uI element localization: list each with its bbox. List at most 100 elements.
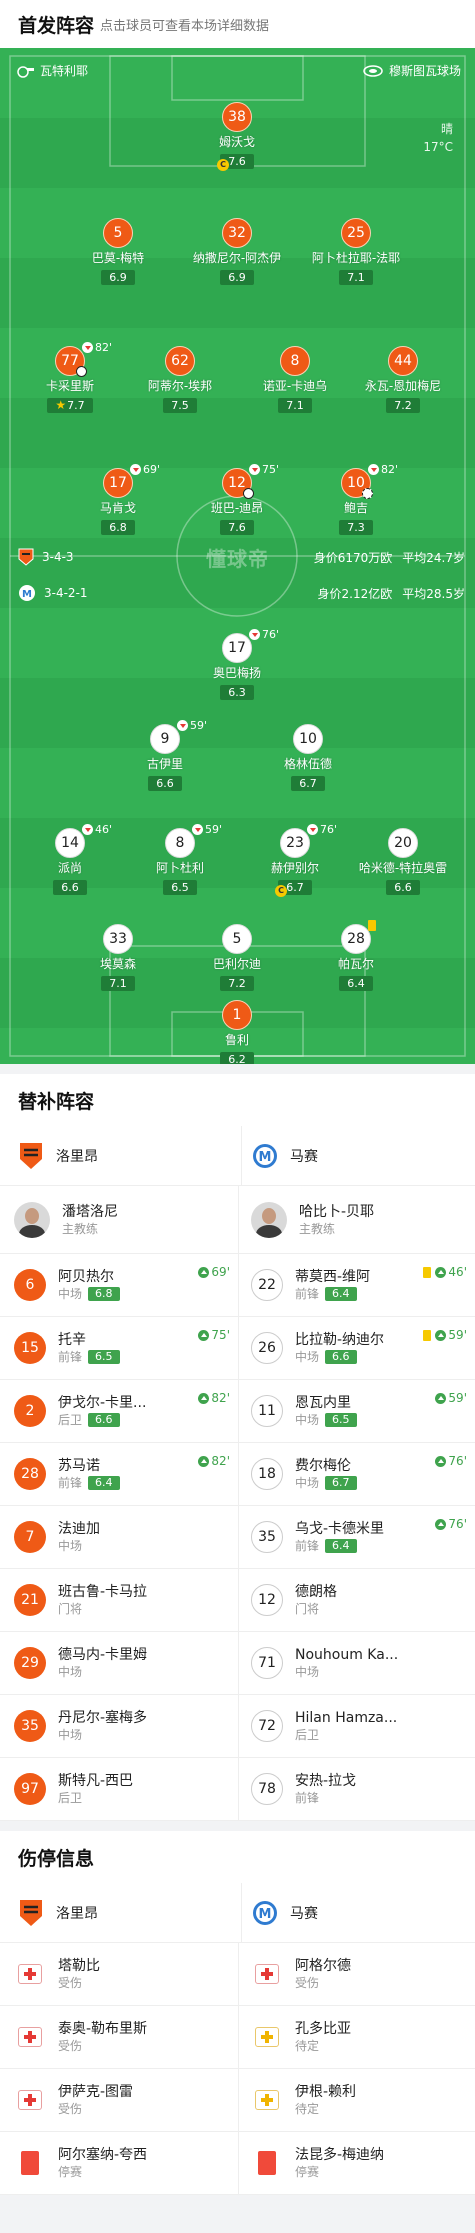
pitch-player-away[interactable]: 28 帕瓦尔 6.4: [306, 920, 406, 991]
player-name: 埃莫森: [99, 957, 136, 971]
marseille-crest-icon: M: [253, 1143, 277, 1168]
sub-player[interactable]: 2 伊戈尔-卡里... 后卫 6.6 82': [0, 1380, 238, 1442]
sub-player[interactable]: 11 恩瓦内里 中场 6.5 59': [238, 1380, 475, 1442]
injuries-teams-head: 洛里昂 M 马赛: [0, 1883, 475, 1943]
pitch-player-away[interactable]: 33 埃莫森 7.1: [68, 924, 168, 991]
sub-player[interactable]: 15 托辛 前锋 6.5 75': [0, 1317, 238, 1379]
sub-player[interactable]: 71 Nouhoum Ka... 中场: [238, 1632, 475, 1694]
coach-name: 哈比卜-贝耶: [299, 1203, 375, 1220]
sub-player[interactable]: 97 斯特凡-西巴 后卫: [0, 1758, 238, 1820]
svg-text:M: M: [22, 589, 32, 600]
away-coach[interactable]: 哈比卜-贝耶 主教练: [238, 1186, 475, 1253]
captain-badge-icon: C: [217, 159, 229, 171]
sub-player[interactable]: 28 苏马诺 前锋 6.4 82': [0, 1443, 238, 1505]
pitch-player-home[interactable]: 77 82' 卡采里斯 ★7.7: [20, 341, 120, 413]
sub-minute: 76': [320, 823, 338, 836]
sub-in-marker: 82': [198, 1391, 230, 1405]
player-name: 鲍吉: [343, 501, 368, 515]
player-rating: 7.2: [220, 976, 254, 991]
home-team-header[interactable]: 洛里昂: [0, 1126, 241, 1185]
pitch-player-away[interactable]: 23 76' C 赫伊别尔 6.7: [245, 823, 345, 897]
player-position: 中场: [295, 1413, 320, 1427]
player-name: Nouhoum Ka...: [295, 1647, 399, 1663]
sub-on-icon: [198, 1455, 210, 1467]
sub-player[interactable]: 29 德马内-卡里姆 中场: [0, 1632, 238, 1694]
pitch-player-away[interactable]: 9 59' 古伊里 6.6: [115, 719, 215, 791]
sub-off-icon: [82, 824, 93, 835]
player-position: 后卫: [58, 1791, 83, 1805]
injured-player[interactable]: 伊萨克-图雷 受伤: [0, 2069, 238, 2131]
injured-player[interactable]: 阿尔塞纳-夸西 停赛: [0, 2132, 238, 2194]
player-rating: 7.1: [101, 976, 135, 991]
pitch-player-away[interactable]: 14 46' 派尚 6.6: [20, 823, 120, 895]
pitch-player-home[interactable]: 5 巴莫-梅特 6.9: [68, 218, 168, 285]
red-card-icon: [258, 2151, 276, 2175]
sub-minute: 76': [448, 1454, 467, 1468]
home-coach[interactable]: 潘塔洛尼 主教练: [0, 1186, 238, 1253]
injury-row: 泰奥-勒布里斯 受伤 孔多比亚 待定: [0, 2006, 475, 2069]
player-rating: 6.7: [325, 1476, 357, 1490]
home-team-name: 洛里昂: [56, 1905, 98, 1922]
player-name: 乌戈-卡德米里: [295, 1521, 385, 1537]
pitch-player-home[interactable]: 12 75' 班巴-迪昂 7.6: [187, 463, 287, 535]
player-name: Hilan Hamza...: [295, 1710, 398, 1726]
pitch-player-away[interactable]: 17 76' 奥巴梅扬 6.3: [187, 628, 287, 700]
away-team-header[interactable]: M 马赛: [241, 1883, 475, 1942]
away-team-header[interactable]: M 马赛: [241, 1126, 475, 1185]
sub-off-marker: 75': [249, 463, 279, 476]
pitch-player-home[interactable]: 62 阿蒂尔-埃邦 7.5: [130, 346, 230, 413]
injured-player[interactable]: 泰奥-勒布里斯 受伤: [0, 2006, 238, 2068]
sub-player[interactable]: 12 德朗格 门将: [238, 1569, 475, 1631]
injured-player[interactable]: 法昆多-梅迪纳 停赛: [238, 2132, 475, 2194]
pitch-player-away[interactable]: 20 哈米德-特拉奥雷 6.6: [353, 828, 453, 895]
pitch-player-away[interactable]: 5 巴利尔迪 7.2: [187, 924, 287, 991]
player-position: 后卫: [58, 1413, 83, 1427]
injured-player[interactable]: 伊根-赖利 待定: [238, 2069, 475, 2131]
sub-minute: 82': [381, 463, 399, 476]
player-rating: 6.3: [220, 685, 254, 700]
injured-player[interactable]: 塔勒比 受伤: [0, 1943, 238, 2005]
sub-player[interactable]: 22 蒂莫西-维阿 前锋 6.4 46': [238, 1254, 475, 1316]
player-position: 中场: [295, 1350, 320, 1364]
sub-player[interactable]: 35 乌戈-卡德米里 前锋 6.4 76': [238, 1506, 475, 1568]
pitch-player-home[interactable]: 25 阿卜杜拉耶-法耶 7.1: [306, 218, 406, 285]
sub-player[interactable]: 35 丹尼尔-塞梅多 中场: [0, 1695, 238, 1757]
home-team-header[interactable]: 洛里昂: [0, 1883, 241, 1942]
injured-player[interactable]: 孔多比亚 待定: [238, 2006, 475, 2068]
player-name: 古伊里: [146, 757, 183, 771]
player-name: 塔勒比: [58, 1958, 100, 1974]
sub-player[interactable]: 78 安热-拉戈 前锋: [238, 1758, 475, 1820]
pitch-player-home[interactable]: 17 69' 马肯戈 6.8: [68, 463, 168, 535]
pitch-player-home-gk[interactable]: 38 C 姆沃戈 7.6: [187, 102, 287, 171]
pitch-player-away-gk[interactable]: 1 鲁利 6.2: [187, 1000, 287, 1064]
pitch-player-home[interactable]: 8 诺亚-卡迪乌 7.1: [245, 346, 345, 413]
player-name: 德马内-卡里姆: [58, 1647, 148, 1663]
sub-player[interactable]: 26 比拉勒-纳迪尔 中场 6.6 59': [238, 1317, 475, 1379]
injured-player[interactable]: 阿格尔德 受伤: [238, 1943, 475, 2005]
captain-badge-icon: C: [275, 885, 287, 897]
sub-player[interactable]: 21 班古鲁-卡马拉 门将: [0, 1569, 238, 1631]
sub-player[interactable]: 6 阿贝热尔 中场 6.8 69': [0, 1254, 238, 1316]
player-name: 伊根-赖利: [295, 2084, 357, 2100]
pitch-player-home[interactable]: 10 82' 鲍吉 7.3: [306, 463, 406, 535]
pitch-player-away[interactable]: 10 格林伍德 6.7: [258, 724, 358, 791]
away-formation-row: M 3-4-2-1 身价2.12亿欧 平均28.5岁: [18, 582, 465, 604]
sub-off-icon: [368, 464, 379, 475]
player-rating: 6.6: [88, 1413, 120, 1427]
stadium-icon: [363, 64, 383, 77]
player-name: 托辛: [58, 1332, 86, 1348]
pitch-player-home[interactable]: 32 纳撒尼尔-阿杰伊 6.9: [187, 218, 287, 285]
player-name: 费尔梅伦: [295, 1458, 351, 1474]
sub-on-icon: [198, 1392, 210, 1404]
home-venue-text: 瓦特利耶: [40, 64, 89, 78]
sub-player[interactable]: 7 法迪加 中场: [0, 1506, 238, 1568]
sub-player[interactable]: 18 费尔梅伦 中场 6.7 76': [238, 1443, 475, 1505]
player-rating: 6.6: [325, 1350, 357, 1364]
pitch-player-away[interactable]: 8 59' 阿卜杜利 6.5: [130, 823, 230, 895]
goal-ball-icon: [76, 366, 87, 377]
player-rating: 6.5: [88, 1350, 120, 1364]
pitch-player-home[interactable]: 44 永瓦-恩加梅尼 7.2: [353, 346, 453, 413]
sub-player[interactable]: 72 Hilan Hamza... 后卫: [238, 1695, 475, 1757]
player-rating: ★7.7: [47, 398, 93, 413]
player-number: 35: [251, 1521, 283, 1553]
